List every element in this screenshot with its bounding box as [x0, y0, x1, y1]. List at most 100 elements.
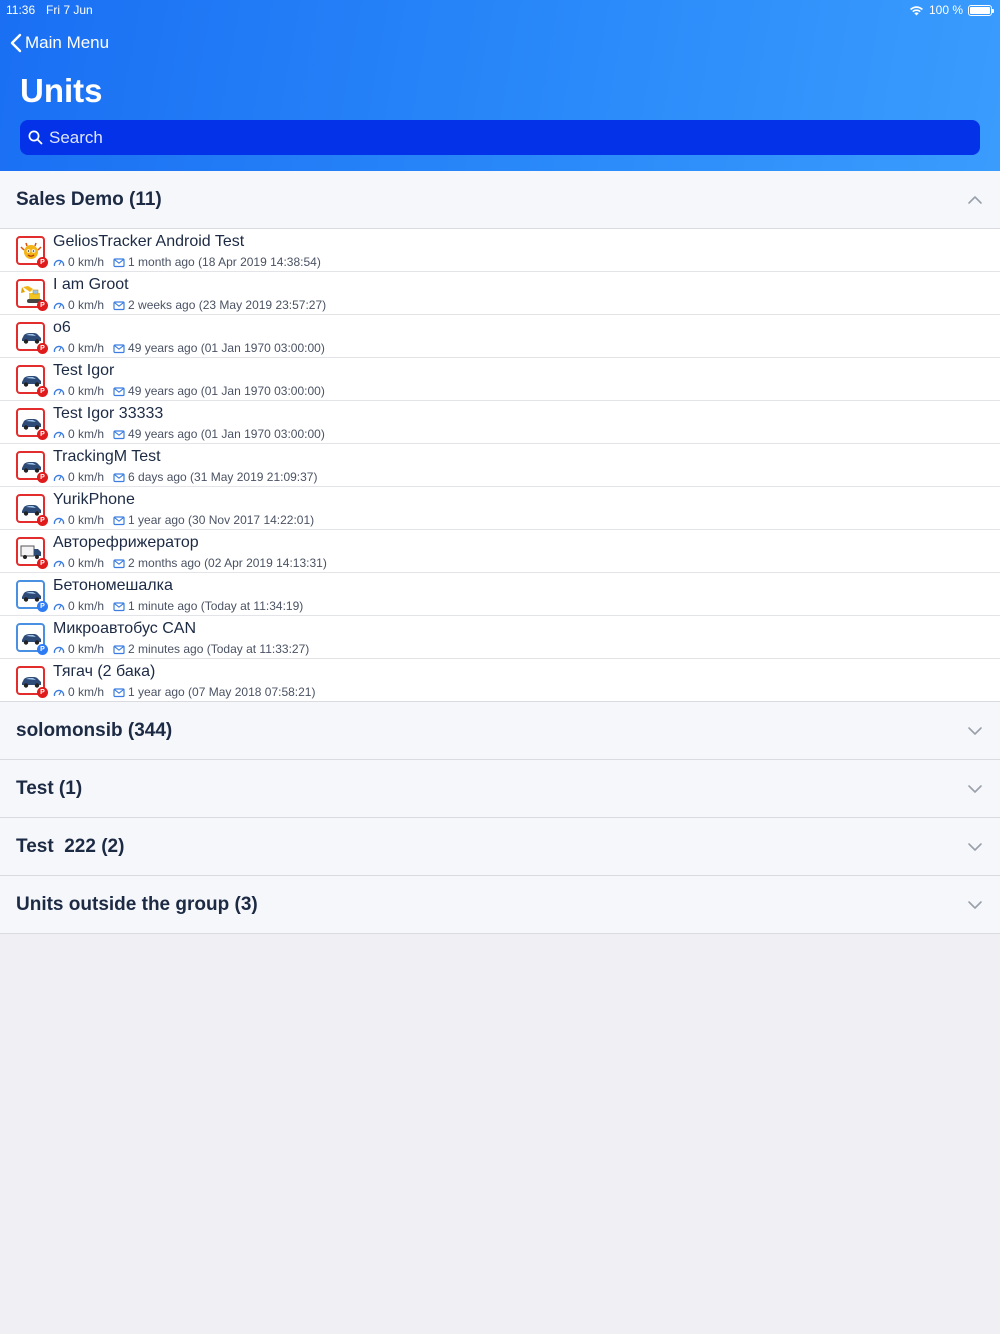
chevron-down-icon	[968, 842, 982, 851]
group-header-solomonsib[interactable]: solomonsib (344)	[0, 702, 1000, 760]
parking-badge: P	[37, 644, 48, 655]
speedometer-icon	[53, 646, 65, 653]
unit-last-message: 49 years ago (01 Jan 1970 03:00:00)	[128, 384, 325, 398]
speedometer-icon	[53, 603, 65, 610]
unit-meta: 0 km/h 1 month ago (18 Apr 2019 14:38:54…	[53, 255, 321, 269]
unit-row[interactable]: P Тягач (2 бака) 0 km/h 1 year ago (07 M…	[0, 659, 1000, 702]
unit-meta: 0 km/h 2 weeks ago (23 May 2019 23:57:27…	[53, 298, 326, 312]
unit-row[interactable]: P Test Igor 0 km/h 49 years ago (01 Jan …	[0, 358, 1000, 401]
unit-icon-frame: P	[16, 537, 48, 569]
unit-icon-frame: P	[16, 451, 48, 483]
unit-meta: 0 km/h 1 minute ago (Today at 11:34:19)	[53, 599, 303, 613]
unit-row[interactable]: P I am Groot 0 km/h 2 weeks ago (23 May …	[0, 272, 1000, 315]
unit-name: Микроавтобус CAN	[53, 620, 197, 637]
status-bar: 11:36 Fri 7 Jun 100 %	[0, 0, 1000, 20]
unit-speed: 0 km/h	[68, 556, 105, 570]
search-icon	[28, 130, 43, 145]
unit-name: Авторефрижератор	[53, 534, 199, 551]
parking-badge: P	[37, 558, 48, 569]
chevron-left-icon	[10, 33, 22, 53]
unit-icon-frame: P	[16, 279, 48, 311]
parking-badge: P	[37, 257, 48, 268]
unit-last-message: 2 weeks ago (23 May 2019 23:57:27)	[128, 298, 327, 312]
unit-row[interactable]: P TrackingM Test 0 km/h 6 days ago (31 M…	[0, 444, 1000, 487]
unit-speed: 0 km/h	[68, 685, 105, 699]
group-header-test-222[interactable]: Test 222 (2)	[0, 818, 1000, 876]
unit-speed: 0 km/h	[68, 384, 105, 398]
unit-last-message: 6 days ago (31 May 2019 21:09:37)	[128, 470, 318, 484]
wifi-icon	[909, 5, 923, 15]
unit-name: GeliosTracker Android Test	[53, 233, 245, 250]
group-header-test[interactable]: Test (1)	[0, 760, 1000, 818]
envelope-icon	[113, 300, 125, 310]
unit-row[interactable]: P Бетономешалка 0 km/h 1 minute ago (Tod…	[0, 573, 1000, 616]
unit-row[interactable]: P GeliosTracker Android Test 0 km/h 1 mo…	[0, 229, 1000, 272]
battery-icon	[968, 4, 994, 16]
unit-row[interactable]: P Test Igor 33333 0 km/h 49 years ago (0…	[0, 401, 1000, 444]
unit-meta: 0 km/h 1 year ago (07 May 2018 07:58:21)	[53, 685, 315, 699]
envelope-icon	[113, 644, 125, 654]
chevron-down-icon	[968, 900, 982, 909]
unit-row[interactable]: P Авторефрижератор 0 km/h 2 months ago (…	[0, 530, 1000, 573]
page-title: Units	[20, 72, 103, 109]
unit-name: o6	[53, 319, 71, 336]
unit-speed: 0 km/h	[68, 470, 105, 484]
unit-name: Бетономешалка	[53, 577, 173, 594]
speedometer-icon	[53, 560, 65, 567]
parking-badge: P	[37, 429, 48, 440]
envelope-icon	[113, 472, 125, 482]
speedometer-icon	[53, 345, 65, 352]
group-header-units-outside[interactable]: Units outside the group (3)	[0, 876, 1000, 934]
unit-speed: 0 km/h	[68, 513, 105, 527]
speedometer-icon	[53, 474, 65, 481]
unit-name: Тягач (2 бака)	[53, 663, 156, 680]
unit-icon-frame: P	[16, 494, 48, 526]
parking-badge: P	[37, 472, 48, 483]
speedometer-icon	[53, 259, 65, 266]
unit-row[interactable]: P YurikPhone 0 km/h 1 year ago (30 Nov 2…	[0, 487, 1000, 530]
parking-badge: P	[37, 601, 48, 612]
search-bar[interactable]	[20, 120, 980, 155]
battery-percent: 100 %	[928, 3, 963, 17]
search-input[interactable]	[49, 127, 949, 148]
unit-speed: 0 km/h	[68, 427, 105, 441]
unit-meta: 0 km/h 6 days ago (31 May 2019 21:09:37)	[53, 470, 317, 484]
sales-demo-units: P GeliosTracker Android Test 0 km/h 1 mo…	[0, 229, 1000, 702]
status-time: 11:36	[6, 3, 36, 17]
group-title: Units outside the group (3)	[16, 893, 258, 915]
unit-last-message: 1 year ago (30 Nov 2017 14:22:01)	[128, 513, 315, 527]
unit-icon-frame: P	[16, 623, 48, 655]
parking-badge: P	[37, 515, 48, 526]
unit-meta: 0 km/h 1 year ago (30 Nov 2017 14:22:01)	[53, 513, 314, 527]
parking-badge: P	[37, 386, 48, 397]
unit-last-message: 2 months ago (02 Apr 2019 14:13:31)	[128, 556, 327, 570]
group-title: Sales Demo (11)	[16, 188, 162, 210]
group-header-sales-demo[interactable]: Sales Demo (11)	[0, 171, 1000, 229]
speedometer-icon	[53, 689, 65, 696]
units-list: Sales Demo (11) P GeliosTracker Android …	[0, 171, 1000, 934]
unit-icon-frame: P	[16, 580, 48, 612]
unit-meta: 0 km/h 49 years ago (01 Jan 1970 03:00:0…	[53, 427, 325, 441]
back-button[interactable]: Main Menu	[10, 33, 109, 53]
unit-row[interactable]: P Микроавтобус CAN 0 km/h 2 minutes ago …	[0, 616, 1000, 659]
unit-row[interactable]: P o6 0 km/h 49 years ago (01 Jan 1970 03…	[0, 315, 1000, 358]
unit-icon-frame: P	[16, 236, 48, 268]
envelope-icon	[113, 343, 125, 353]
envelope-icon	[113, 386, 125, 396]
chevron-up-icon	[968, 195, 982, 204]
speedometer-icon	[53, 302, 65, 309]
unit-speed: 0 km/h	[68, 599, 105, 613]
unit-meta: 0 km/h 49 years ago (01 Jan 1970 03:00:0…	[53, 341, 325, 355]
unit-meta: 0 km/h 2 months ago (02 Apr 2019 14:13:3…	[53, 556, 327, 570]
group-title: Test (1)	[16, 777, 83, 799]
envelope-icon	[113, 429, 125, 439]
parking-badge: P	[37, 687, 48, 698]
envelope-icon	[113, 515, 125, 525]
unit-name: I am Groot	[53, 276, 129, 293]
unit-name: YurikPhone	[53, 491, 135, 508]
unit-speed: 0 km/h	[68, 642, 105, 656]
speedometer-icon	[53, 388, 65, 395]
parking-badge: P	[37, 300, 48, 311]
unit-name: Test Igor	[53, 362, 115, 379]
unit-name: Test Igor 33333	[53, 405, 164, 422]
